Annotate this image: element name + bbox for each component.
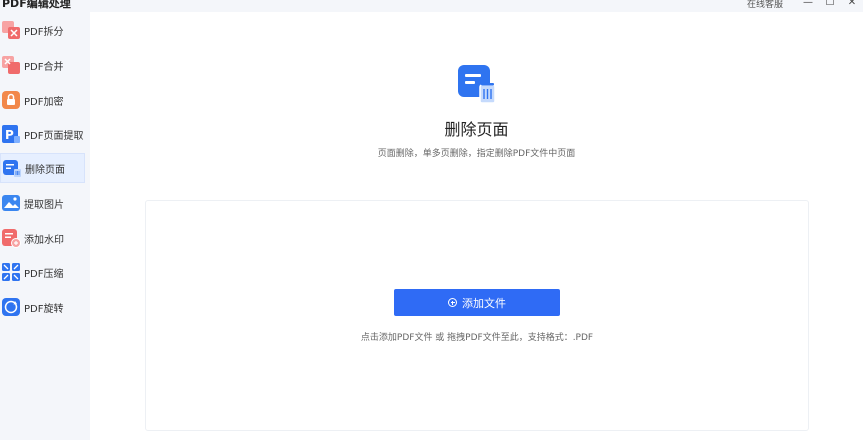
online-service-link[interactable]: 在线客服 — [747, 0, 783, 10]
sidebar-item-label: PDF拆分 — [24, 26, 64, 38]
sidebar-item-label: 添加水印 — [24, 234, 64, 246]
sidebar-item-label: 删除页面 — [25, 164, 65, 176]
add-file-button[interactable]: 添加文件 — [394, 289, 560, 316]
pdf-merge-icon — [1, 55, 21, 75]
sidebar-item-pdf-split[interactable]: PDF拆分 — [0, 15, 85, 45]
sidebar-item-pdf-compress[interactable]: PDF压缩 — [0, 257, 85, 287]
extract-image-icon — [1, 193, 21, 213]
sidebar-item-delete-page[interactable]: 删除页面 — [0, 153, 85, 183]
page-description: 页面删除，单多页删除，指定删除PDF文件中页面 — [377, 149, 576, 159]
add-file-label: 添加文件 — [462, 296, 506, 310]
sidebar-item-label: PDF页面提取 — [24, 130, 84, 142]
sidebar-item-pdf-rotate[interactable]: PDF旋转 — [0, 292, 85, 322]
sidebar-item-label: 提取图片 — [24, 199, 64, 211]
main-panel: 删除页面 页面删除，单多页删除，指定删除PDF文件中页面 添加文件 点击添加PD… — [90, 12, 863, 440]
sidebar-item-label: PDF合并 — [24, 61, 64, 73]
sidebar-item-pdf-page-extract[interactable]: P PDF页面提取 — [0, 119, 85, 149]
file-dropzone[interactable]: 添加文件 点击添加PDF文件 或 拖拽PDF文件至此，支持格式：.PDF — [145, 200, 809, 431]
sidebar-item-pdf-encrypt[interactable]: PDF加密 — [0, 85, 85, 115]
sidebar-item-label: PDF旋转 — [24, 303, 64, 315]
pdf-split-icon — [1, 20, 21, 40]
pdf-encrypt-icon — [1, 90, 21, 110]
sidebar: PDF拆分 PDF合并 PDF加密 P PDF页面提取 删除页面 提取图片 添加… — [0, 12, 90, 440]
add-watermark-icon — [1, 228, 21, 248]
pdf-compress-icon — [1, 262, 21, 282]
title-bar: PDF编辑处理 在线客服 — ☐ ✕ — [0, 0, 863, 12]
drop-hint-text: 点击添加PDF文件 或 拖拽PDF文件至此，支持格式：.PDF — [360, 333, 594, 343]
sidebar-item-extract-image[interactable]: 提取图片 — [0, 188, 85, 218]
title-bar-controls: 在线客服 — ☐ ✕ — [747, 0, 863, 10]
pdf-page-extract-icon: P — [1, 124, 21, 144]
sidebar-item-label: PDF压缩 — [24, 268, 64, 280]
app-title: PDF编辑处理 — [2, 0, 71, 10]
delete-page-hero-icon — [457, 63, 497, 105]
page-title: 删除页面 — [444, 120, 509, 139]
pdf-rotate-icon — [1, 297, 21, 317]
sidebar-item-pdf-merge[interactable]: PDF合并 — [0, 50, 85, 80]
maximize-button[interactable]: ☐ — [819, 0, 841, 9]
sidebar-item-label: PDF加密 — [24, 96, 64, 108]
sidebar-item-add-watermark[interactable]: 添加水印 — [0, 223, 85, 253]
plus-circle-icon — [448, 298, 457, 307]
delete-page-icon — [2, 158, 22, 178]
minimize-button[interactable]: — — [797, 0, 819, 9]
svg-text:P: P — [5, 128, 14, 142]
close-button[interactable]: ✕ — [841, 0, 863, 9]
